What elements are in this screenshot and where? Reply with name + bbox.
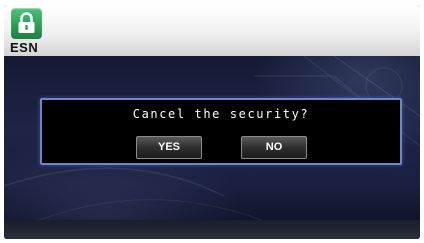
screen-frame: ESN Cancel the security? YES NO xyxy=(4,5,420,239)
header-bar: ESN xyxy=(4,5,420,56)
esn-lock-button[interactable] xyxy=(11,8,42,39)
confirm-dialog: Cancel the security? YES NO xyxy=(40,98,402,165)
no-button[interactable]: NO xyxy=(241,136,307,159)
bottom-strip xyxy=(4,220,420,239)
yes-button[interactable]: YES xyxy=(136,136,202,159)
esn-label: ESN xyxy=(10,40,39,55)
lock-icon xyxy=(18,12,35,33)
dialog-message: Cancel the security? xyxy=(132,107,310,121)
